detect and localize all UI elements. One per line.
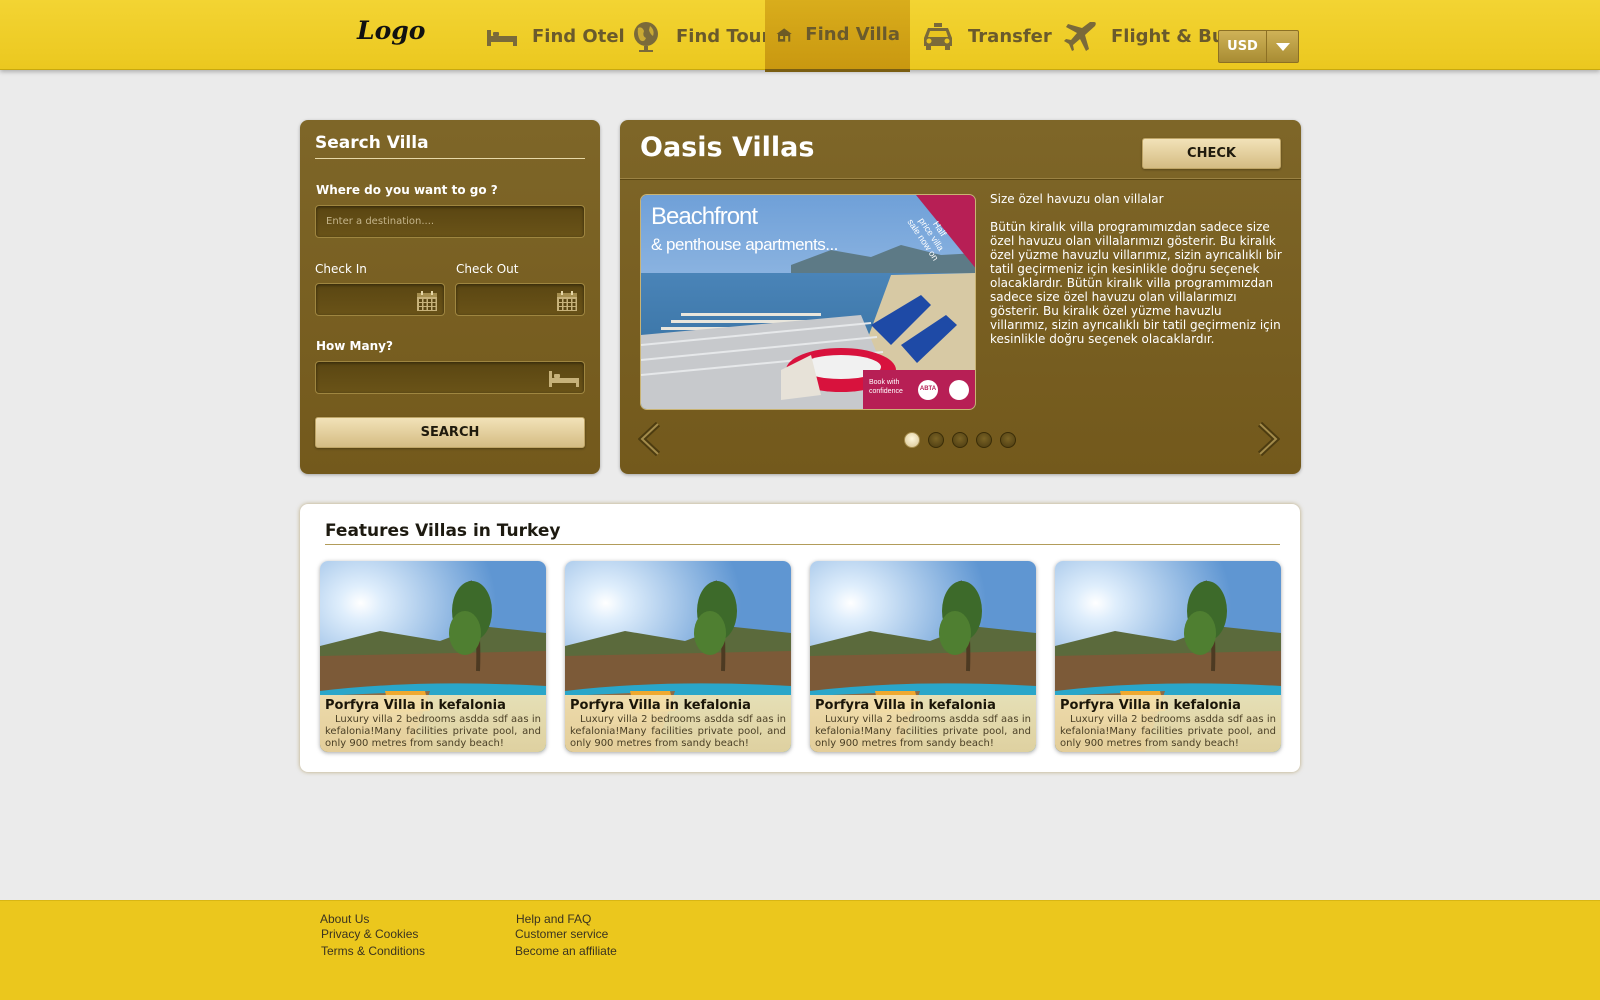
nav-transfer[interactable]: Transfer [910, 0, 1062, 72]
featured-title: Features Villas in Turkey [325, 521, 1280, 545]
bed-icon [549, 371, 579, 387]
calendar-icon[interactable] [556, 290, 578, 312]
villa-card-caption: Porfyra Villa in kefalonia Luxury villa … [320, 695, 546, 752]
footer-link-privacy[interactable]: Privacy & Cookies [321, 927, 418, 941]
check-button[interactable]: CHECK [1142, 138, 1281, 169]
villa-card-title: Porfyra Villa in kefalonia [1060, 698, 1241, 713]
villa-card[interactable]: Porfyra Villa in kefalonia Luxury villa … [1055, 561, 1281, 752]
villa-card-title: Porfyra Villa in kefalonia [570, 698, 751, 713]
slider-pagination [904, 432, 1016, 448]
nav-label: Transfer [968, 25, 1052, 47]
top-navigation-bar: Logo Find Otel Find Tour Find Villa Tran… [0, 0, 1600, 72]
chevron-right-icon[interactable] [1256, 422, 1280, 456]
villa-card-description: Luxury villa 2 bedrooms asdda sdf aas in… [570, 714, 786, 749]
image-subheadline: & penthouse apartments... [651, 235, 838, 254]
offer-image[interactable]: Beachfront & penthouse apartments... Hal… [640, 194, 976, 410]
checkout-label: Check Out [456, 262, 519, 276]
villa-card-caption: Porfyra Villa in kefalonia Luxury villa … [810, 695, 1036, 752]
villa-card[interactable]: Porfyra Villa in kefalonia Luxury villa … [320, 561, 546, 752]
destination-label: Where do you want to go ? [316, 183, 498, 197]
footer-link-help[interactable]: Help and FAQ [516, 912, 591, 926]
calendar-icon[interactable] [416, 290, 438, 312]
nav-flight-bus[interactable]: Flight & Bus [1053, 0, 1245, 72]
nav-find-tour[interactable]: Find Tour [618, 0, 780, 72]
chevron-left-icon[interactable] [638, 422, 662, 456]
slider-dot[interactable] [1000, 432, 1016, 448]
villa-card-title: Porfyra Villa in kefalonia [325, 698, 506, 713]
footer-link-terms[interactable]: Terms & Conditions [321, 944, 425, 958]
villa-card-description: Luxury villa 2 bedrooms asdda sdf aas in… [325, 714, 541, 749]
nav-find-otel[interactable]: Find Otel [474, 0, 635, 72]
currency-selector[interactable]: USD [1218, 30, 1299, 63]
nav-label: Flight & Bus [1111, 25, 1236, 47]
guests-label: How Many? [316, 339, 393, 353]
villa-card-description: Luxury villa 2 bedrooms asdda sdf aas in… [815, 714, 1031, 749]
nav-find-villa[interactable]: Find Villa [765, 0, 910, 72]
house-icon [776, 27, 792, 42]
slider-dot[interactable] [904, 432, 920, 448]
villa-card-caption: Porfyra Villa in kefalonia Luxury villa … [1055, 695, 1281, 752]
offer-subtitle: Size özel havuzu olan villalar [990, 192, 1164, 206]
featured-villas-section: Features Villas in Turkey Porfyra Villa … [300, 504, 1300, 772]
slider-dot[interactable] [952, 432, 968, 448]
checkout-field[interactable] [455, 283, 585, 316]
featured-offer-panel: Oasis Villas CHECK Beachfront & penthous… [620, 120, 1301, 474]
search-panel-title: Search Villa [315, 133, 585, 159]
offer-description: Bütün kiralık villa programımızdan sadec… [990, 220, 1282, 346]
destination-input[interactable] [326, 216, 574, 227]
nav-label: Find Villa [805, 24, 900, 45]
abta-badge: ABTA [919, 386, 937, 392]
chevron-down-icon[interactable] [1267, 31, 1298, 62]
offer-divider [620, 178, 1301, 180]
offer-description-block: Size özel havuzu olan villalar Bütün kir… [990, 192, 1282, 360]
nav-label: Find Otel [532, 25, 625, 47]
search-button[interactable]: SEARCH [315, 417, 585, 448]
villa-card[interactable]: Porfyra Villa in kefalonia Luxury villa … [565, 561, 791, 752]
villa-card-caption: Porfyra Villa in kefalonia Luxury villa … [565, 695, 791, 752]
search-villa-panel: Search Villa Where do you want to go ? C… [300, 120, 600, 474]
checkin-field[interactable] [315, 283, 445, 316]
destination-field[interactable] [315, 205, 585, 238]
slider-dot[interactable] [928, 432, 944, 448]
villa-card-title: Porfyra Villa in kefalonia [815, 698, 996, 713]
offer-title: Oasis Villas [640, 132, 815, 163]
checkin-label: Check In [315, 262, 367, 276]
villa-card[interactable]: Porfyra Villa in kefalonia Luxury villa … [810, 561, 1036, 752]
book-badge: Book with confidence [869, 379, 903, 395]
nav-label: Find Tour [676, 25, 771, 47]
footer-link-affiliate[interactable]: Become an affiliate [515, 944, 617, 958]
taxi-icon [924, 23, 952, 50]
site-logo[interactable]: Logo [357, 16, 425, 45]
footer-link-customer-service[interactable]: Customer service [515, 927, 608, 941]
footer-link-about[interactable]: About Us [320, 912, 369, 926]
guests-field[interactable] [315, 361, 585, 394]
slider-dot[interactable] [976, 432, 992, 448]
currency-value: USD [1219, 31, 1267, 62]
globe-icon [634, 22, 658, 52]
image-headline: Beachfront [651, 203, 758, 230]
footer: About Us Privacy & Cookies Terms & Condi… [0, 900, 1600, 1000]
villa-card-description: Luxury villa 2 bedrooms asdda sdf aas in… [1060, 714, 1276, 749]
bed-icon [487, 30, 517, 46]
airplane-icon [1064, 22, 1096, 51]
